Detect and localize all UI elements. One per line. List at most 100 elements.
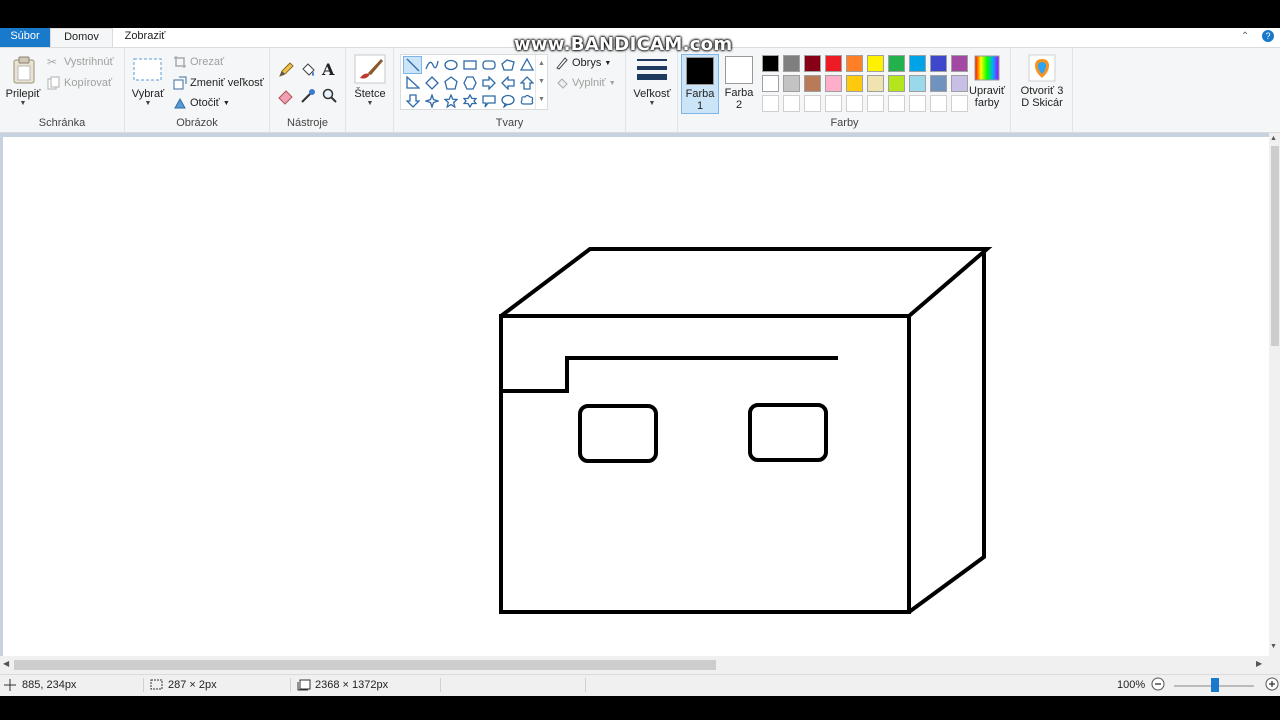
- eraser-icon[interactable]: [277, 87, 295, 105]
- fill-bucket-icon[interactable]: [299, 61, 317, 79]
- arrow-up-shape-icon[interactable]: [517, 74, 536, 92]
- paste-button[interactable]: Prilepiť ▼: [4, 54, 42, 114]
- palette-color-swatch[interactable]: [802, 93, 823, 113]
- palette-color-swatch[interactable]: [760, 53, 781, 73]
- copy-button[interactable]: Kopírovať: [47, 75, 112, 91]
- chevron-down-icon: ▼: [19, 100, 27, 107]
- palette-color-swatch[interactable]: [823, 93, 844, 113]
- magnifier-icon[interactable]: [321, 87, 339, 105]
- polygon-shape-icon[interactable]: [498, 56, 517, 74]
- vertical-scrollbar[interactable]: ▲ ▼: [1269, 133, 1280, 674]
- paste-label: Prilepiť: [5, 88, 41, 100]
- size-button[interactable]: Veľkosť ▼: [630, 54, 674, 114]
- drawing-canvas[interactable]: [3, 137, 1269, 656]
- zoom-slider-thumb[interactable]: [1211, 678, 1219, 692]
- palette-color-swatch[interactable]: [865, 53, 886, 73]
- palette-color-swatch[interactable]: [886, 73, 907, 93]
- palette-color-swatch[interactable]: [907, 53, 928, 73]
- palette-color-swatch[interactable]: [865, 93, 886, 113]
- help-icon[interactable]: ?: [1262, 30, 1274, 42]
- vertical-scroll-thumb[interactable]: [1271, 146, 1279, 346]
- edit-colors-button[interactable]: Upraviť farby: [966, 54, 1008, 114]
- bandicam-watermark: www.BANDICAM.com: [514, 34, 733, 55]
- palette-color-swatch[interactable]: [760, 93, 781, 113]
- shapes-scroll[interactable]: ▲ ▼ ▼: [535, 55, 547, 109]
- text-tool-icon[interactable]: A: [322, 60, 334, 79]
- palette-color-swatch[interactable]: [865, 73, 886, 93]
- palette-color-swatch[interactable]: [802, 73, 823, 93]
- rectangle-callout-shape-icon[interactable]: [479, 92, 498, 110]
- palette-color-swatch[interactable]: [823, 73, 844, 93]
- oval-shape-icon[interactable]: [441, 56, 460, 74]
- image-size: 2368 × 1372px: [297, 679, 388, 691]
- palette-color-swatch[interactable]: [823, 53, 844, 73]
- group-image: Vybrať ▼ Orezať Zmeniť veľkosť Otočiť ▼ …: [125, 48, 270, 132]
- hexagon-shape-icon[interactable]: [460, 74, 479, 92]
- palette-color-swatch[interactable]: [928, 93, 949, 113]
- crop-button[interactable]: Orezať: [173, 54, 224, 70]
- scroll-down-icon[interactable]: ▼: [1270, 643, 1277, 650]
- color-picker-icon[interactable]: [299, 87, 317, 105]
- palette-color-swatch[interactable]: [802, 53, 823, 73]
- color1-button[interactable]: Farba 1: [681, 54, 719, 114]
- rotate-button[interactable]: Otočiť ▼: [173, 95, 230, 111]
- cloud-callout-shape-icon[interactable]: [517, 92, 536, 110]
- arrow-down-shape-icon[interactable]: [403, 92, 422, 110]
- tab-view[interactable]: Zobraziť: [113, 28, 177, 47]
- scroll-down-icon[interactable]: ▼: [536, 73, 547, 91]
- palette-color-fill: [930, 94, 947, 112]
- triangle-shape-icon[interactable]: [517, 56, 536, 74]
- expand-gallery-icon[interactable]: ▼: [536, 91, 547, 109]
- right-triangle-shape-icon[interactable]: [403, 74, 422, 92]
- select-label: Vybrať: [131, 88, 165, 100]
- color2-button[interactable]: Farba 2: [720, 54, 758, 114]
- resize-button[interactable]: Zmeniť veľkosť: [173, 75, 264, 91]
- tab-file[interactable]: Súbor: [0, 28, 50, 47]
- palette-color-swatch[interactable]: [928, 73, 949, 93]
- scroll-up-icon[interactable]: ▲: [536, 55, 547, 73]
- palette-color-swatch[interactable]: [844, 73, 865, 93]
- palette-color-swatch[interactable]: [781, 73, 802, 93]
- palette-color-fill: [825, 74, 842, 92]
- palette-color-swatch[interactable]: [844, 93, 865, 113]
- arrow-right-shape-icon[interactable]: [479, 74, 498, 92]
- line-shape-icon[interactable]: [403, 56, 422, 74]
- palette-color-swatch[interactable]: [928, 53, 949, 73]
- palette-color-swatch[interactable]: [907, 93, 928, 113]
- collapse-ribbon-icon[interactable]: ⌃: [1241, 31, 1249, 42]
- zoom-out-icon[interactable]: [1151, 677, 1165, 691]
- outline-button[interactable]: Obrys ▼: [555, 55, 611, 71]
- palette-color-swatch[interactable]: [886, 93, 907, 113]
- brushes-button[interactable]: Štetce ▼: [352, 54, 388, 114]
- open-paint3d-button[interactable]: Otvoriť 3 D Skicár: [1015, 54, 1069, 114]
- oval-callout-shape-icon[interactable]: [498, 92, 517, 110]
- box-side-face: [907, 249, 986, 614]
- palette-color-swatch[interactable]: [781, 93, 802, 113]
- selection-size-value: 287 × 2px: [168, 679, 217, 691]
- pentagon-shape-icon[interactable]: [441, 74, 460, 92]
- scroll-up-icon[interactable]: ▲: [1270, 135, 1277, 142]
- scroll-right-icon[interactable]: ▶: [1256, 659, 1262, 668]
- diamond-shape-icon[interactable]: [422, 74, 441, 92]
- palette-color-swatch[interactable]: [844, 53, 865, 73]
- six-point-star-shape-icon[interactable]: [460, 92, 479, 110]
- pencil-icon[interactable]: [277, 61, 295, 79]
- tab-home[interactable]: Domov: [50, 28, 113, 47]
- cut-button[interactable]: ✂ Vystrihnúť: [47, 54, 114, 70]
- four-point-star-shape-icon[interactable]: [422, 92, 441, 110]
- palette-color-swatch[interactable]: [886, 53, 907, 73]
- rectangle-shape-icon[interactable]: [460, 56, 479, 74]
- arrow-left-shape-icon[interactable]: [498, 74, 517, 92]
- zoom-in-icon[interactable]: [1265, 677, 1279, 691]
- fill-button[interactable]: Vyplniť ▼: [555, 75, 616, 91]
- palette-color-swatch[interactable]: [760, 73, 781, 93]
- horizontal-scroll-thumb[interactable]: [14, 660, 716, 670]
- palette-color-swatch[interactable]: [907, 73, 928, 93]
- rounded-rectangle-shape-icon[interactable]: [479, 56, 498, 74]
- palette-color-swatch[interactable]: [781, 53, 802, 73]
- five-point-star-shape-icon[interactable]: [441, 92, 460, 110]
- scroll-left-icon[interactable]: ◀: [3, 659, 9, 668]
- horizontal-scrollbar[interactable]: ◀ ▶: [0, 656, 1269, 674]
- select-button[interactable]: Vybrať ▼: [129, 54, 167, 114]
- curve-shape-icon[interactable]: [422, 56, 441, 74]
